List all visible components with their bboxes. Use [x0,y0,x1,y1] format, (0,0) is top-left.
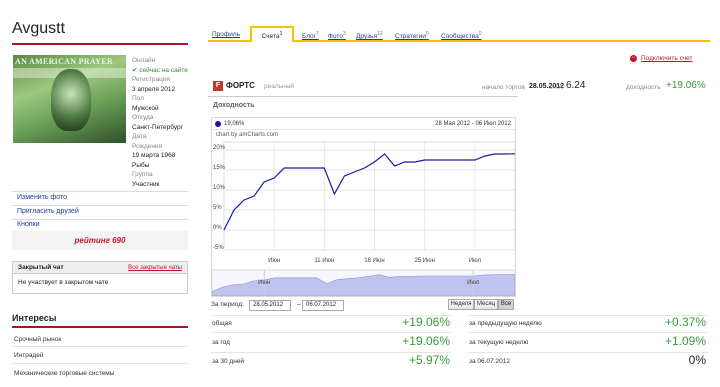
yield-label: доходность [626,84,661,91]
interest-item[interactable]: Интрадей [14,352,44,359]
date-from-input[interactable]: 28.05.2012 [249,300,291,311]
scale-week-button[interactable]: Неделя [448,299,474,310]
rating-badge: рейтинг 690 [12,231,188,250]
period-label: За период: [211,301,244,308]
birth-value: 19 марта 1968 [132,152,176,159]
tab-accounts[interactable]: Счета1 [250,26,294,42]
online-status: ✔ сейчас на сайте [132,66,188,74]
stat-label: за 06.07.2012 [469,358,510,365]
from-value: Санкт-Петербург [132,123,183,131]
x-tick-label: Июн [268,258,280,264]
interest-item[interactable]: Механические торговые системы [14,370,114,377]
stat-value: +5.97% [408,353,450,367]
invite-friends-link[interactable]: Пригласить друзей [17,208,79,215]
tab-photo[interactable]: Фото3 [328,31,346,40]
stat-value: +19.06% [402,315,450,329]
stat-value: +0.37% [664,315,706,329]
group-label: Группа [132,171,153,178]
online-label: Онлайн [132,57,156,64]
divider [468,332,708,333]
buttons-link[interactable]: Кнопки [17,221,40,228]
tab-friends[interactable]: Друзья12 [356,31,383,40]
navigator-tick-label: Июл [467,280,480,286]
divider [12,346,188,347]
x-tick-label: Июл [469,258,482,264]
chat-header: Закрытый чат Все закрытые чаты [13,262,187,274]
tab-strategies[interactable]: Стратегии0 [395,31,429,40]
avatar-text: AN AMERICAN PRAYER [15,57,113,66]
gender-label: Пол [132,95,144,102]
tab-communities[interactable]: Сообщества0 [441,31,482,40]
divider [12,191,188,192]
profile-info: Онлайн ✔ сейчас на сайте Регистрация 3 а… [132,56,202,189]
stat-value: +19.06% [402,334,450,348]
interests-divider [12,326,188,328]
username: Avgustt [12,20,66,37]
divider [12,219,188,220]
birth-label-1: Дата [132,133,147,140]
y-tick-label: 0% [213,225,222,231]
avatar-face [51,69,91,131]
private-chat-box: Закрытый чат Все закрытые чаты Не участв… [12,261,188,294]
scale-all-button[interactable]: Все [498,299,514,310]
avatar[interactable]: AN AMERICAN PRAYER [13,55,126,143]
account-type: реальный [264,83,294,90]
all-chats-link[interactable]: Все закрытые чаты [128,265,182,271]
x-tick-label: 11 Июн [314,258,334,264]
chart-canvas: 20% 15% 10% 5% 0% -5% Июн 11 Июн 18 Июн 25 Июн Июл… [212,141,515,296]
ita-label: ИТА [550,84,563,91]
stat-label: за 30 дней [212,358,245,365]
chart-credit: chart by amCharts.com [216,132,279,138]
divider [12,205,188,206]
minus-icon[interactable]: − [630,55,637,62]
performance-chart[interactable]: 19,06% 28 Мая 2012 - 06 Июл 2012 20% 15% 1… [211,117,516,297]
chat-status: Не участвует в закрытом чате [18,279,109,286]
stat-label: общая [212,320,232,327]
reg-label: Регистрация [132,76,170,83]
change-photo-link[interactable]: Изменить фото [17,194,67,201]
stat-label: за предыдущую неделю [469,320,542,327]
ita-value: 6.24 [566,80,586,91]
chat-title: Закрытый чат [18,264,64,271]
stat-value: +1.09% [664,334,706,348]
yield-value: +19.06% [666,80,706,91]
divider [12,363,188,364]
tab-profile[interactable]: Профиль [212,31,240,38]
stat-value: 0% [688,353,706,367]
y-tick-label: 5% [213,205,222,211]
y-tick-label: -5% [213,245,224,251]
gender-value: Мужской [132,104,159,112]
connect-account-link[interactable]: Подключить счет [641,55,693,62]
tab-blog[interactable]: Блог7 [302,31,319,40]
interests-title: Интересы [12,313,57,323]
y-tick-label: 10% [213,185,226,191]
forts-icon: F [213,81,223,91]
profile-tabs: Профиль Счета1 Блог7 Фото3 Друзья12 Стра… [208,26,710,42]
plot-area [223,141,515,251]
x-tick-label: 18 Июн [364,258,384,264]
account-divider [208,96,518,97]
stat-label: за год [212,339,230,346]
group-value: Участник [132,180,160,188]
stat-label: за текущую неделю [469,339,529,346]
y-tick-label: 15% [213,165,226,171]
y-tick-label: 20% [213,145,226,151]
from-label: Откуда [132,114,154,121]
account-name: ФОРТС [226,81,255,90]
birth-label-2: Рождения [132,142,163,150]
interest-item[interactable]: Срочный рынок [14,336,61,343]
start-label: начало торгов [482,84,525,91]
scale-month-button[interactable]: Месяц [474,299,498,310]
performance-label: Доходность [213,102,255,109]
header-divider [12,43,188,45]
x-tick-label: 25 Июн [414,258,434,264]
reg-value: 3 апреля 2012 [132,85,176,93]
zodiac-value: Рыбы [132,161,150,169]
navigator-tick-label: Июн [258,280,270,286]
date-to-input[interactable]: 06.07.2012 [302,300,344,311]
divider [211,332,451,333]
date-separator: – [297,301,301,308]
